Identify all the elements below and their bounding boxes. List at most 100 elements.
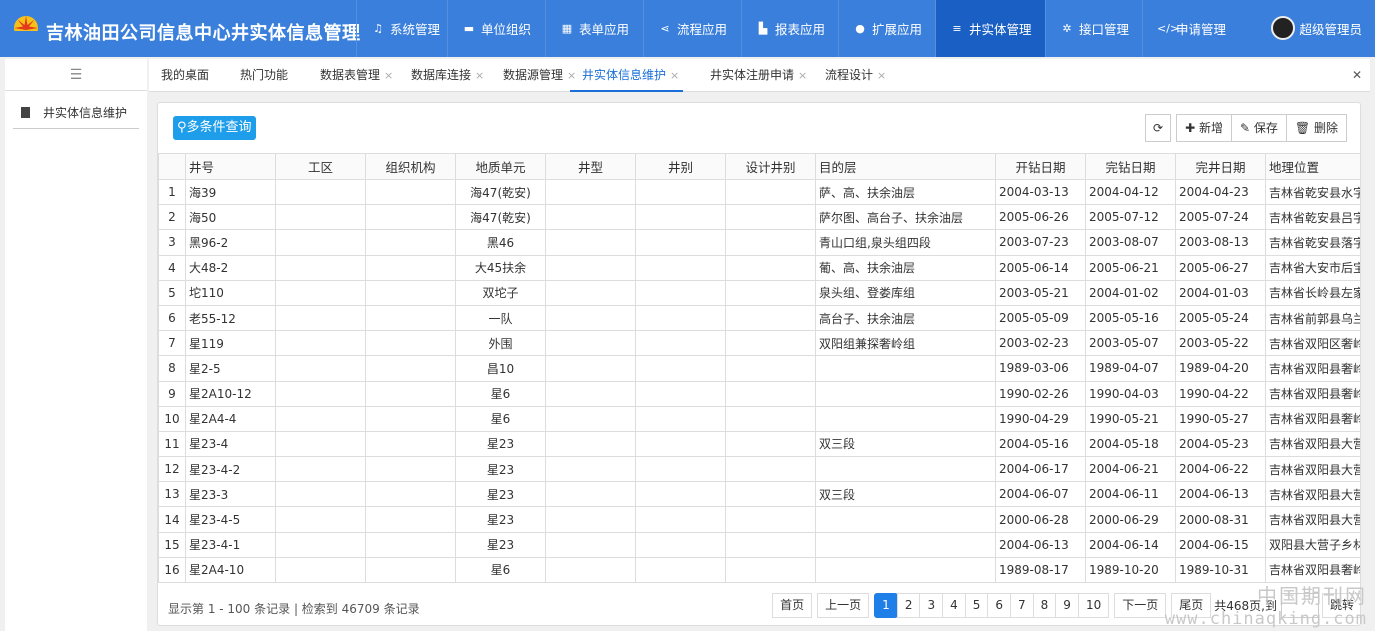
close-tab-icon[interactable]: × [798,69,807,82]
column-header[interactable]: 完井日期 [1175,153,1266,180]
table-row[interactable]: 8 星2-5 昌10 1989-03-06 1989-04-07 1989-04-20 吉林… [158,355,1360,382]
next-page-button[interactable]: 下一页 [1114,593,1167,618]
table-row[interactable]: 9 星2A10-12 星6 1990-02-26 1990-04-03 1990-04-2… [158,380,1360,407]
table-cell: 2005-07-12 [1085,204,1176,231]
nav-item[interactable]: ✲ 接口管理 [1045,0,1142,57]
table-cell: 吉林省双阳县大营 [1265,430,1360,458]
table-cell: 2003-08-07 [1085,229,1176,256]
close-tab-icon[interactable]: × [384,69,393,82]
column-header[interactable]: 工区 [275,153,366,180]
nav-item[interactable]: ♫ 系统管理 [356,0,447,57]
page-1-button[interactable]: 1 [874,593,898,618]
nav-item[interactable]: </> 申请管理 [1142,0,1237,57]
tab[interactable]: 热门功能 [240,59,288,92]
nav-item-label: 报表应用 [775,22,826,37]
jump-page-input[interactable] [1280,593,1319,618]
table-row[interactable]: 5 坨110 双坨子 泉头组、登娄库组 2003-05-21 2004-01-02 2004… [158,279,1360,306]
nav-item[interactable]: ● 扩展应用 [838,0,935,57]
close-tab-icon[interactable]: × [475,69,484,82]
tab[interactable]: 流程设计 × [825,59,886,92]
multi-condition-query-button[interactable]: ⚲多条件查询 [173,116,256,140]
table-row[interactable]: 12 星23-4-2 星23 2004-06-17 2004-06-21 2004-06-… [158,456,1360,483]
sidebar-item-well-info[interactable]: 井实体信息维护 [13,97,139,129]
table-row[interactable]: 14 星23-4-5 星23 2000-06-28 2000-06-29 2000-08-… [158,506,1360,533]
sidebar-toggle-icon[interactable]: ☰ [5,59,147,91]
nav-item[interactable]: ≡ 井实体管理 [935,0,1045,57]
table-row[interactable]: 6 老55-12 一队 高台子、扶余油层 2005-05-09 2005-05-16 200… [158,304,1360,332]
user-menu[interactable]: 超级管理员 [1271,16,1362,40]
row-number: 10 [158,405,186,432]
table-row[interactable]: 2 海50 海47(乾安) 萨尔图、高台子、扶余油层 2005-06-26 2005-07… [158,204,1360,231]
tab[interactable]: 数据库连接 × [411,59,484,92]
tab[interactable]: 我的桌面 [161,59,209,92]
column-header[interactable]: 开钻日期 [995,153,1086,180]
nav-item-label: 单位组织 [481,22,532,37]
close-tab-icon[interactable]: × [670,69,679,82]
nav-item[interactable]: ▬ 单位组织 [447,0,545,57]
nav-item[interactable]: ▙ 报表应用 [741,0,838,57]
total-pages-label: 共468页,到 [1214,599,1277,613]
page-10-button[interactable]: 10 [1077,593,1110,618]
table-cell: 吉林省双阳区奢岭 [1265,330,1360,357]
table-cell: 海47(乾安) [455,178,546,206]
table-row[interactable]: 7 星119 外围 双阳组兼探奢岭组 2003-02-23 2003-05-07 2003-… [158,330,1360,357]
tab[interactable]: 数据源管理 × [503,59,576,92]
table-row[interactable]: 15 星23-4-1 星23 2004-06-13 2004-06-14 2004-06-… [158,531,1360,558]
top-navbar: 吉林油田公司信息中心井实体信息管理 ♫ 系统管理 ▬ 单位组织 ▦ 表单应用 ⋖ 流程应用 ▙ 报… [0,0,1375,57]
column-header[interactable]: 设计井别 [725,153,816,180]
column-header[interactable]: 井型 [545,153,636,180]
table-cell: 2004-06-07 [995,481,1086,508]
table-cell: 1990-02-26 [995,380,1086,407]
table-cell: 2004-04-12 [1085,178,1176,206]
table-row[interactable]: 13 星23-3 星23 双三段 2004-06-07 2004-06-11 2004-06… [158,481,1360,508]
column-header[interactable]: 井号 [185,153,276,180]
column-header[interactable]: 井别 [635,153,726,180]
table-cell: 星23-4-1 [185,531,276,558]
page-3-button[interactable]: 3 [919,593,944,618]
column-header[interactable]: 组织机构 [365,153,456,180]
prev-page-button[interactable]: 上一页 [817,593,870,618]
page-9-button[interactable]: 9 [1055,593,1079,618]
table-row[interactable]: 10 星2A4-4 星6 1990-04-29 1990-05-21 1990-05-27… [158,405,1360,432]
table-cell: 1989-03-06 [995,355,1086,382]
table-row[interactable]: 4 大48-2 大45扶余 葡、高、扶余油层 2005-06-14 2005-06-21 2… [158,254,1360,281]
nav-item[interactable]: ▦ 表单应用 [545,0,643,57]
table-cell [725,531,816,558]
first-page-button[interactable]: 首页 [772,593,813,618]
delete-button[interactable]: 🗑 删除 [1285,114,1347,142]
table-row[interactable]: 1 海39 海47(乾安) 萨、高、扶余油层 2004-03-13 2004-04-12 2… [158,178,1360,206]
tab[interactable]: 数据表管理 × [320,59,393,92]
refresh-button[interactable]: ⟳ [1145,114,1172,142]
page-6-button[interactable]: 6 [987,593,1012,618]
fullscreen-icon[interactable]: ✕ [1352,68,1362,82]
table-row[interactable]: 3 黑96-2 黑46 青山口组,泉头组四段 2003-07-23 2003-08-07 2… [158,229,1360,256]
close-tab-icon[interactable]: × [877,69,886,82]
page-7-button[interactable]: 7 [1010,593,1034,618]
column-header[interactable]: 目的层 [815,153,996,180]
table-cell: 海39 [185,178,276,206]
nav-item[interactable]: ⋖ 流程应用 [643,0,741,57]
tab[interactable]: 井实体信息维护 × [570,59,684,92]
jump-button[interactable]: 跳转 [1321,593,1360,618]
page-2-button[interactable]: 2 [896,593,921,618]
tab-label: 流程设计 [825,68,874,82]
column-header[interactable]: 完钻日期 [1085,153,1176,180]
page-5-button[interactable]: 5 [964,593,989,618]
table-cell [635,330,726,357]
page-4-button[interactable]: 4 [942,593,966,618]
last-page-button[interactable]: 尾页 [1171,593,1212,618]
tab[interactable]: 井实体注册申请 × [710,59,807,92]
table-cell [815,405,996,432]
table-row[interactable]: 16 星2A4-10 星6 1989-08-17 1989-10-20 1989-10-3… [158,556,1360,584]
table-cell: 吉林省双阳县奢岭 [1265,405,1360,432]
table-cell: 2004-06-11 [1085,481,1176,508]
table-cell: 青山口组,泉头组四段 [815,229,996,256]
table-row[interactable]: 11 星23-4 星23 双三段 2004-05-16 2004-05-18 2004-05… [158,430,1360,458]
table-cell [635,204,726,231]
column-header[interactable]: 地理位置 [1265,153,1360,180]
table-cell [635,556,726,584]
save-button[interactable]: ✎ 保存 [1231,114,1287,142]
page-8-button[interactable]: 8 [1032,593,1057,618]
column-header[interactable]: 地质单元 [455,153,546,180]
add-button[interactable]: ✚ 新增 [1176,114,1233,142]
